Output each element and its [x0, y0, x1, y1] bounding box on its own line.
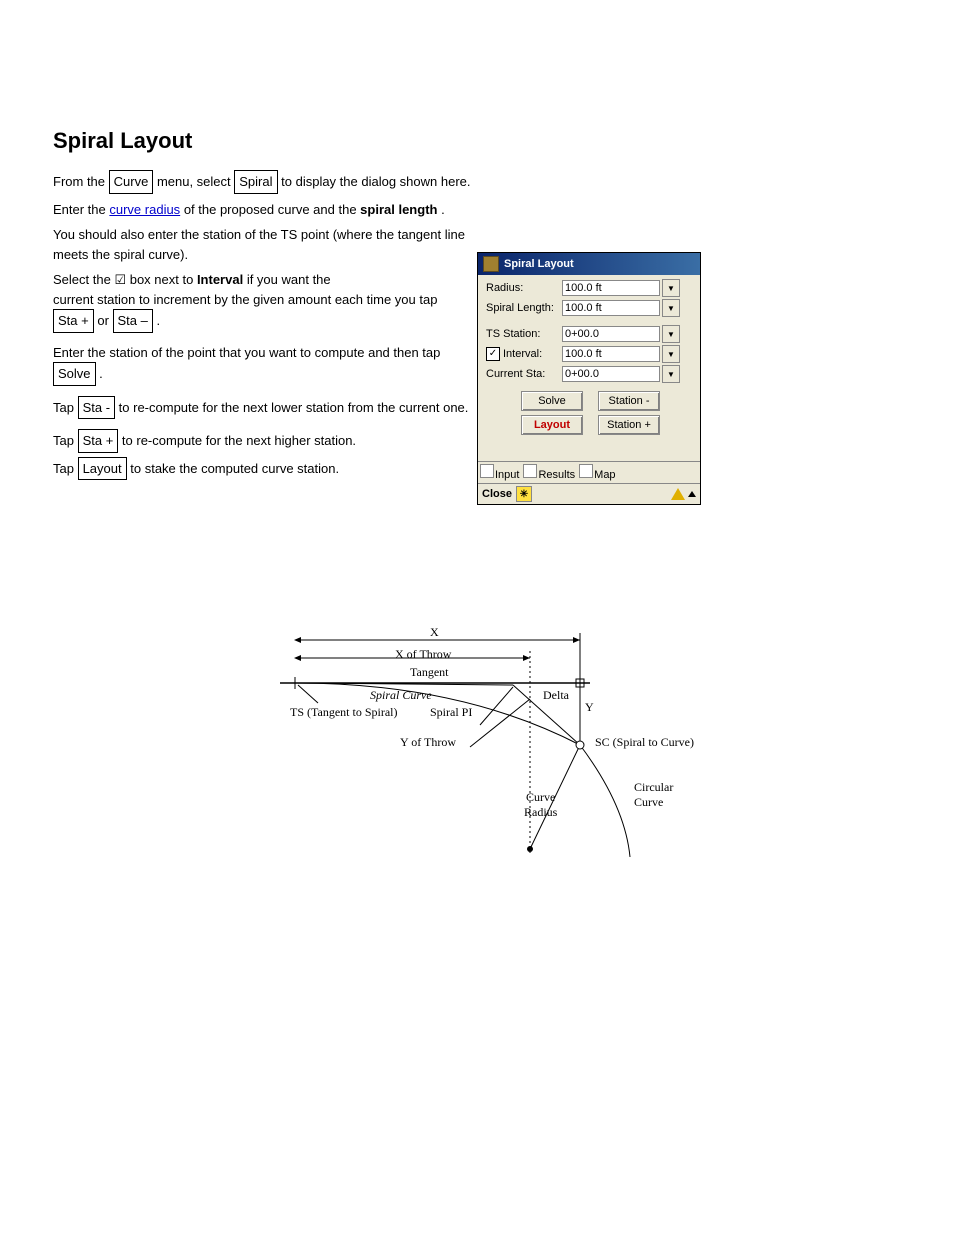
- text: menu, select: [157, 174, 234, 189]
- radius-label: Radius:: [486, 282, 562, 294]
- station-minus-button[interactable]: Station -: [598, 391, 660, 411]
- label-sc: SC (Spiral to Curve): [595, 735, 694, 750]
- text: current station to increment by the give…: [53, 292, 437, 307]
- interval-dropdown-icon[interactable]: ▼: [662, 345, 680, 363]
- label-spiral-pi: Spiral PI: [430, 705, 472, 720]
- text: or: [97, 313, 112, 328]
- text: to re-compute for the next higher statio…: [122, 433, 356, 448]
- para3: You should also enter the station of the…: [53, 225, 473, 264]
- label-y-of-throw: Y of Throw: [400, 735, 456, 750]
- ts-station-label: TS Station:: [486, 328, 562, 340]
- layout-box: Layout: [78, 457, 127, 481]
- label-ts: TS (Tangent to Spiral): [290, 705, 397, 720]
- interval-bold: Interval: [197, 272, 243, 287]
- para4: Select the ☑ box next to Interval if you…: [53, 270, 473, 290]
- solve-box: Solve: [53, 362, 96, 386]
- para9: Tap Layout to stake the computed curve s…: [53, 457, 473, 481]
- para8: Tap Sta + to re-compute for the next hig…: [53, 429, 473, 453]
- label-y: Y: [585, 700, 594, 715]
- label-delta: Delta: [543, 688, 569, 703]
- text: Tap: [53, 461, 78, 476]
- text: From the: [53, 174, 109, 189]
- text: box next to: [130, 272, 197, 287]
- tab-map[interactable]: Map: [579, 464, 615, 481]
- station-plus-button[interactable]: Station +: [598, 415, 660, 435]
- close-button[interactable]: Close: [482, 488, 512, 500]
- input-tab-icon: [480, 464, 494, 478]
- tab-input[interactable]: Input: [480, 464, 519, 481]
- label-circular-curve: Circular Curve: [634, 780, 673, 810]
- ts-station-input[interactable]: [562, 326, 660, 342]
- para5: current station to increment by the give…: [53, 290, 473, 333]
- ts-station-dropdown-icon[interactable]: ▼: [662, 325, 680, 343]
- label-x-of-throw: X of Throw: [395, 647, 451, 662]
- para7: Tap Sta - to re-compute for the next low…: [53, 396, 473, 420]
- curve-menu-box: Curve: [109, 170, 154, 194]
- spiral-layout-dialog: Spiral Layout Radius: ▼ Spiral Length: ▼…: [477, 252, 701, 505]
- text: Enter the station of the point that you …: [53, 345, 440, 360]
- spiral-length-label: Spiral Length:: [486, 302, 562, 314]
- label-tangent: Tangent: [410, 665, 448, 680]
- results-tab-icon: [523, 464, 537, 478]
- text: Select the: [53, 272, 114, 287]
- text: .: [157, 313, 161, 328]
- text: of the proposed curve and the: [184, 202, 360, 217]
- radius-dropdown-icon[interactable]: ▼: [662, 279, 680, 297]
- para2: Enter the curve radius of the proposed c…: [53, 200, 473, 220]
- tab-bar: Input Results Map: [478, 461, 700, 484]
- spiral-diagram: [280, 625, 720, 875]
- text: to stake the computed curve station.: [130, 461, 339, 476]
- solve-button[interactable]: Solve: [521, 391, 583, 411]
- text: Tap: [53, 400, 78, 415]
- favorite-icon[interactable]: ✳: [516, 486, 532, 502]
- sta-minus-box2: Sta -: [78, 396, 115, 420]
- current-sta-dropdown-icon[interactable]: ▼: [662, 365, 680, 383]
- radius-input[interactable]: [562, 280, 660, 296]
- up-arrow-icon[interactable]: [688, 491, 696, 497]
- sta-plus-box: Sta +: [53, 309, 94, 333]
- spiral-menu-box: Spiral: [234, 170, 277, 194]
- interval-input[interactable]: [562, 346, 660, 362]
- current-sta-input[interactable]: [562, 366, 660, 382]
- warning-icon[interactable]: [671, 488, 685, 500]
- checkbox-glyph: ☑: [114, 272, 126, 287]
- spiral-length-bold: spiral length: [360, 202, 437, 217]
- label-curve-radius: Curve Radius: [524, 790, 557, 820]
- sta-minus-box: Sta –: [113, 309, 153, 333]
- label-spiral-curve: Spiral Curve: [370, 688, 432, 703]
- page-heading: Spiral Layout: [53, 128, 192, 154]
- map-tab-icon: [579, 464, 593, 478]
- para1: From the Curve menu, select Spiral to di…: [53, 170, 473, 194]
- text: if you want the: [247, 272, 331, 287]
- titlebar-icon: [483, 256, 499, 272]
- text: .: [441, 202, 445, 217]
- curve-radius-link[interactable]: curve radius: [109, 202, 180, 217]
- text: to re-compute for the next lower station…: [119, 400, 469, 415]
- text: .: [99, 366, 103, 381]
- spiral-length-input[interactable]: [562, 300, 660, 316]
- para6: Enter the station of the point that you …: [53, 343, 473, 386]
- tab-results[interactable]: Results: [523, 464, 575, 481]
- dialog-titlebar: Spiral Layout: [478, 253, 700, 275]
- spiral-length-dropdown-icon[interactable]: ▼: [662, 299, 680, 317]
- interval-label: Interval:: [503, 348, 542, 360]
- text: to display the dialog shown here.: [281, 174, 470, 189]
- current-sta-label: Current Sta:: [486, 368, 562, 380]
- layout-button[interactable]: Layout: [521, 415, 583, 435]
- text: Tap: [53, 433, 78, 448]
- label-x: X: [430, 625, 439, 640]
- interval-checkbox[interactable]: ✓: [486, 347, 500, 361]
- text: Enter the: [53, 202, 109, 217]
- sta-plus-box2: Sta +: [78, 429, 119, 453]
- dialog-title: Spiral Layout: [504, 258, 574, 270]
